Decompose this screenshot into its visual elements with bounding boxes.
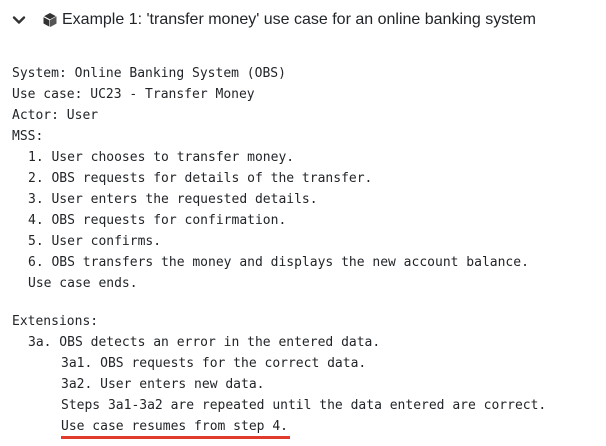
chevron-down-icon[interactable] <box>12 13 26 27</box>
mss-step: 5. User confirms. <box>28 234 162 249</box>
section-gap <box>12 294 546 311</box>
cube-icon <box>42 12 58 28</box>
example-header[interactable]: Example 1: 'transfer money' use case for… <box>12 6 536 34</box>
extension-step: 3a2. User enters new data. <box>61 377 265 392</box>
mss-step: 2. OBS requests for details of the trans… <box>28 171 373 186</box>
example-title[interactable]: Example 1: 'transfer money' use case for… <box>62 11 536 29</box>
mss-step: 6. OBS transfers the money and displays … <box>28 255 529 270</box>
actor-line: Actor: User <box>12 108 99 123</box>
system-line: System: Online Banking System (OBS) <box>12 66 286 81</box>
mss-end-line: Use case ends. <box>28 276 138 291</box>
mss-step: 3. User enters the requested details. <box>28 192 318 207</box>
use-case-line: Use case: UC23 - Transfer Money <box>12 87 255 102</box>
highlighted-resume-text: Use case resumes from step 4. <box>61 418 290 439</box>
use-case-text: System: Online Banking System (OBS) Use c… <box>12 63 547 439</box>
extension-step: 3a1. OBS requests for the correct data. <box>61 356 367 371</box>
extensions-label: Extensions: <box>12 314 99 329</box>
extension-3a-line: 3a. OBS detects an error in the entered … <box>28 335 381 350</box>
mss-step: 4. OBS requests for confirmation. <box>28 213 287 228</box>
extension-step: Steps 3a1-3a2 are repeated until the dat… <box>61 398 547 413</box>
mss-label: MSS: <box>12 129 44 144</box>
mss-step: 1. User chooses to transfer money. <box>28 150 295 165</box>
extension-end-line: Use case resumes from step 4. <box>12 416 546 439</box>
